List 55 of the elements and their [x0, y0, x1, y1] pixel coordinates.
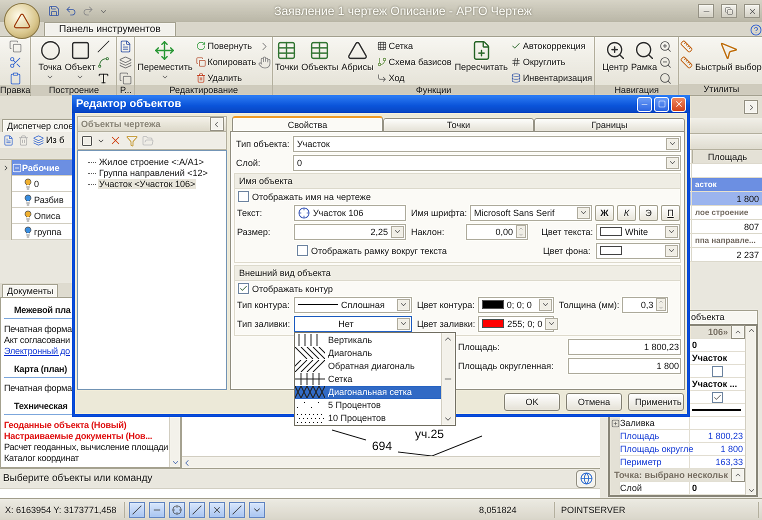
pane-title: Объекты чертежа [81, 119, 161, 129]
area-field: 1 800 [568, 358, 681, 374]
property-name: Периметр [620, 456, 690, 468]
category-header: 106» [706, 327, 729, 337]
layer-name: Разбив [34, 194, 64, 204]
field-label: Тип контура: [236, 300, 291, 310]
window-title: Заявление 1 чертеж Описание - АРГО Чертеж [273, 4, 533, 18]
field-label: Цвет заливки: [416, 318, 476, 328]
property-value: 163,33 [714, 457, 744, 467]
group-label: Навигация [595, 85, 678, 96]
field-label: Цвет контура: [416, 300, 475, 310]
property-value: Участок ... [691, 379, 738, 389]
field-label: Имя шрифта: [410, 208, 467, 218]
group-label: Правка [0, 85, 30, 96]
section-header: Имя объекта [234, 174, 680, 189]
field-label: Площадь округленная: [456, 360, 555, 370]
column-header: Площадь [692, 150, 762, 163]
coordinates-text: X: 6163954 Y: 3173771,458 [3, 502, 125, 518]
checkbox-label: Отображать имя на чертеже [252, 192, 371, 202]
field-label: Текст: [236, 208, 264, 218]
field-label: Слой: [234, 158, 262, 168]
server-text: POINTSERVER [559, 502, 759, 518]
layer-name: Описа [34, 210, 60, 220]
map-label: 694 [372, 439, 392, 453]
field-label: Тип объекта: [234, 138, 290, 148]
area-field: 1 800,23 [568, 338, 681, 354]
group-label: Р... [117, 85, 134, 96]
property-name: Площадь [620, 430, 690, 442]
category-header: Точка: выбрано нескольк [613, 470, 729, 480]
property-value: 0 [691, 340, 698, 350]
scale-text: 8,051824 [477, 502, 555, 518]
group-label: Построение [31, 85, 116, 96]
property-value: 0 [691, 483, 698, 493]
field-label: Цвет текста: [540, 226, 593, 236]
field-label: Толщина (мм): [558, 300, 620, 310]
field-label: Наклон: [410, 226, 446, 236]
checkbox-label: Отображать контур [252, 284, 333, 294]
field-label: Площадь: [456, 342, 501, 352]
dialog-title: Редактор объектов [76, 98, 182, 110]
checkbox-label: Отображать рамку вокруг текста [310, 246, 447, 256]
group-name: Рабочие [22, 162, 60, 172]
map-label: уч.25 [415, 427, 444, 441]
section-header: Внешний вид объекта [234, 266, 680, 281]
group-label: Редактирование [135, 85, 272, 96]
status-text: Выберите объекты или команду [3, 473, 152, 484]
layer-name: 0 [34, 178, 40, 188]
group-label: Утилиты [679, 84, 762, 95]
property-name: Слой [620, 482, 690, 494]
property-value: Участок [691, 353, 728, 363]
property-value: 1 800,23 [706, 431, 744, 441]
field-label: Цвет фона: [542, 246, 592, 256]
group-label: Функции [273, 85, 594, 96]
layer-name: группа [34, 226, 62, 236]
field-label: Тип заливки: [236, 318, 291, 328]
field-label: Размер: [236, 226, 272, 236]
